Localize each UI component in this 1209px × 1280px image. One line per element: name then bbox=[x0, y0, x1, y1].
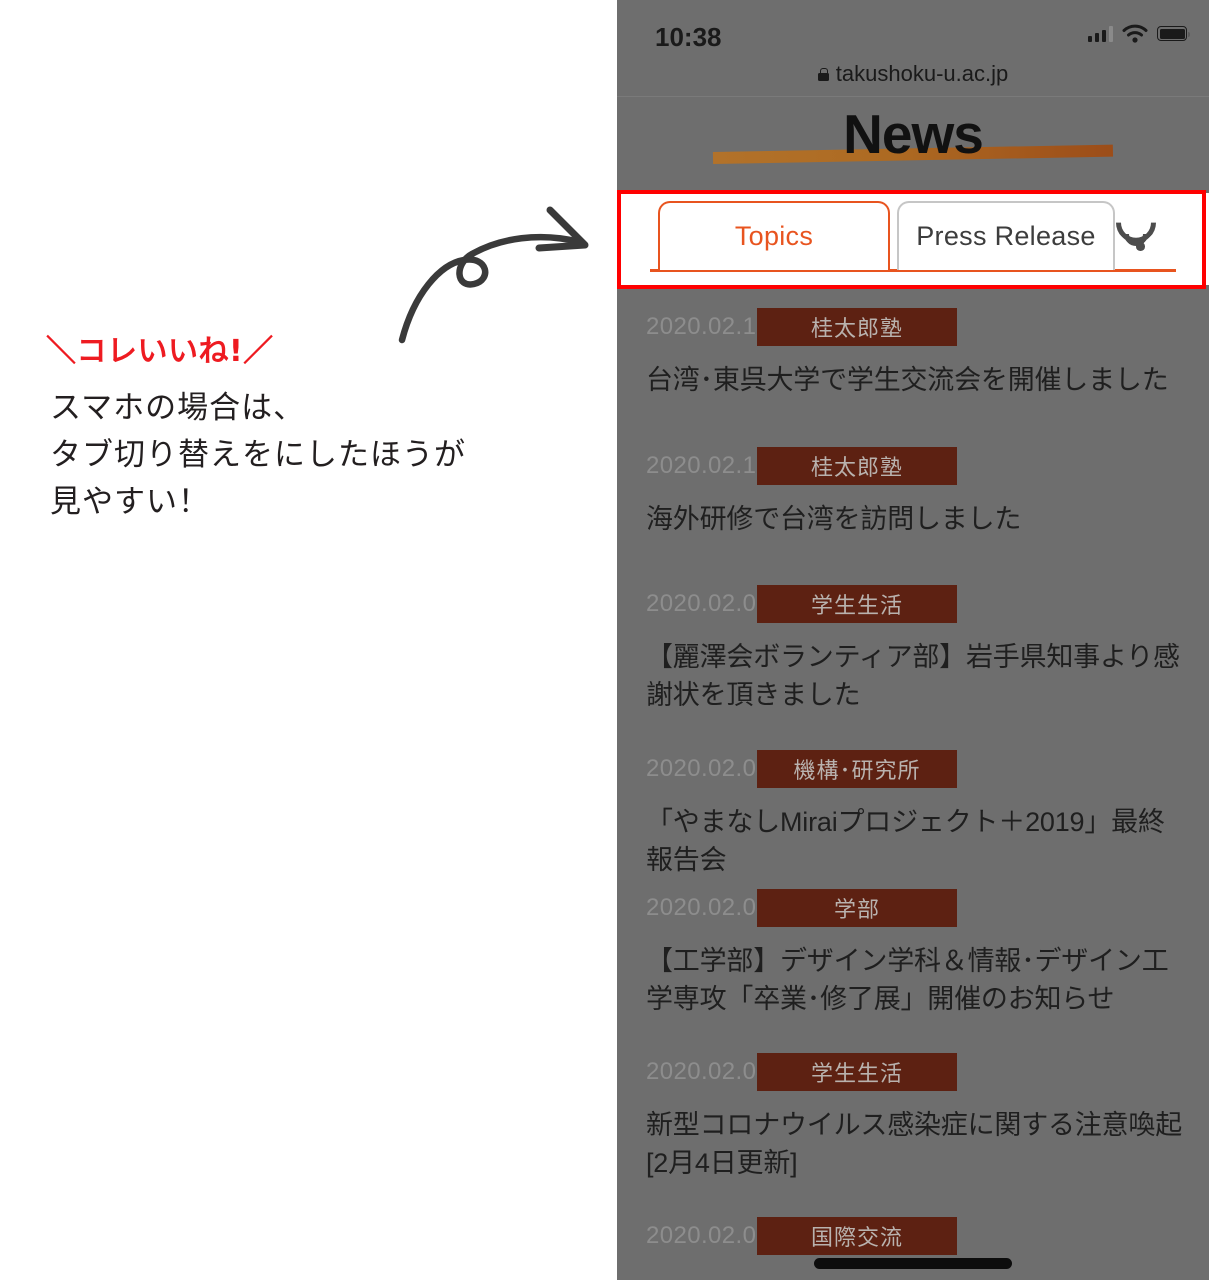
news-item-date: 2020.02.04 bbox=[646, 755, 771, 782]
tab-bar: Topics Press Release bbox=[617, 193, 1209, 285]
status-icons bbox=[1087, 24, 1190, 43]
news-item-title[interactable]: 台湾･東呉大学で学生交流会を開催しました bbox=[617, 361, 1209, 399]
home-indicator bbox=[814, 1258, 1012, 1269]
tab-list: Topics Press Release bbox=[617, 193, 1209, 285]
news-item-category-badge: 学生生活 bbox=[757, 1053, 957, 1091]
news-item[interactable]: 2020.02.04 機構･研究所「やまなしMiraiプロジェクト＋2019」最終… bbox=[617, 750, 1209, 879]
tab-press-release-label: Press Release bbox=[916, 221, 1096, 251]
news-item-meta: 2020.02.10 桂太郎塾 bbox=[617, 308, 1209, 346]
cellular-signal-icon bbox=[1087, 25, 1113, 42]
news-item[interactable]: 2020.02.10 桂太郎塾 海外研修で台湾を訪問しました bbox=[617, 447, 1209, 538]
status-bar: 10:38 bbox=[617, 0, 1209, 52]
news-item-meta: 2020.02.03 国際交流 bbox=[617, 1217, 1209, 1255]
rss-feed-button[interactable] bbox=[1107, 193, 1182, 270]
news-item-date: 2020.02.10 bbox=[646, 452, 771, 479]
screenshot-root: ＼コレいいね!／ スマホの場合は、 タブ切り替えをにしたほうが 見やすい！ 10… bbox=[0, 0, 1209, 1280]
news-item[interactable]: 2020.02.06 学生生活【麗澤会ボランティア部】岩手県知事より感謝状を頂きま… bbox=[617, 585, 1209, 714]
news-item-category-badge: 桂太郎塾 bbox=[757, 308, 957, 346]
news-item-category-badge: 学部 bbox=[757, 889, 957, 927]
news-item-date: 2020.02.04 bbox=[646, 894, 771, 921]
news-item-title[interactable]: 新型コロナウイルス感染症に関する注意喚起 [2月4日更新] bbox=[617, 1106, 1209, 1182]
news-item-date: 2020.02.06 bbox=[646, 590, 771, 617]
news-item-category-badge: 国際交流 bbox=[757, 1217, 957, 1255]
news-item[interactable]: 2020.02.10 桂太郎塾 台湾･東呉大学で学生交流会を開催しました bbox=[617, 308, 1209, 399]
news-item-category-badge: 機構･研究所 bbox=[757, 750, 957, 788]
status-time: 10:38 bbox=[655, 22, 722, 52]
news-item-meta: 2020.02.06 学生生活 bbox=[617, 585, 1209, 623]
news-item[interactable]: 2020.02.03 国際交流 bbox=[617, 1217, 1209, 1255]
news-item-title[interactable]: 【麗澤会ボランティア部】岩手県知事より感謝状を頂きました bbox=[617, 638, 1209, 714]
annotation-line-3: 見やすい！ bbox=[50, 484, 210, 520]
news-item-date: 2020.02.04 bbox=[646, 1058, 771, 1085]
news-list: 2020.02.10 桂太郎塾 台湾･東呉大学で学生交流会を開催しました 2020.0… bbox=[617, 285, 1209, 1280]
news-item-meta: 2020.02.10 桂太郎塾 bbox=[617, 447, 1209, 485]
rss-icon bbox=[1107, 193, 1167, 252]
url-text: takushoku-u.ac.jp bbox=[835, 61, 1009, 86]
phone-screenshot: 10:38 takushoku-u.ac.jp News Topics Pres… bbox=[617, 0, 1209, 1280]
tab-topics[interactable]: Topics bbox=[658, 201, 890, 270]
news-item-meta: 2020.02.04 学生生活 bbox=[617, 1053, 1209, 1091]
tab-topics-label: Topics bbox=[734, 221, 814, 251]
annotation-callout: ＼コレいいね!／ bbox=[46, 334, 274, 369]
news-item-date: 2020.02.10 bbox=[646, 313, 771, 340]
news-item-meta: 2020.02.04 機構･研究所 bbox=[617, 750, 1209, 788]
news-item[interactable]: 2020.02.04 学生生活新型コロナウイルス感染症に関する注意喚起 [2月4日… bbox=[617, 1053, 1209, 1182]
annotation-line-2: タブ切り替えをにしたほうが bbox=[50, 437, 466, 473]
news-item[interactable]: 2020.02.04 学部【工学部】デザイン学科＆情報･デザイン工学専攻「卒業･修… bbox=[617, 889, 1209, 1018]
annotation-panel: ＼コレいいね!／ スマホの場合は、 タブ切り替えをにしたほうが 見やすい！ bbox=[0, 0, 617, 1280]
news-item-title[interactable]: 海外研修で台湾を訪問しました bbox=[617, 500, 1209, 538]
battery-icon bbox=[1157, 26, 1190, 41]
curved-loop-arrow-icon bbox=[392, 198, 602, 353]
tab-press-release[interactable]: Press Release bbox=[897, 201, 1115, 270]
news-item-title[interactable]: 「やまなしMiraiプロジェクト＋2019」最終報告会 bbox=[617, 803, 1209, 879]
news-item-meta: 2020.02.04 学部 bbox=[617, 889, 1209, 927]
browser-url-bar[interactable]: takushoku-u.ac.jp bbox=[617, 52, 1209, 97]
annotation-line-1: スマホの場合は、 bbox=[50, 390, 306, 426]
page-heading: News bbox=[617, 103, 1209, 185]
wifi-icon bbox=[1122, 24, 1148, 43]
news-item-category-badge: 桂太郎塾 bbox=[757, 447, 957, 485]
news-item-category-badge: 学生生活 bbox=[757, 585, 957, 623]
annotation-text: スマホの場合は、 タブ切り替えをにしたほうが 見やすい！ bbox=[50, 385, 466, 526]
news-item-title[interactable]: 【工学部】デザイン学科＆情報･デザイン工学専攻「卒業･修了展」開催のお知らせ bbox=[617, 942, 1209, 1018]
lock-icon bbox=[817, 67, 829, 81]
page-title: News bbox=[843, 103, 984, 165]
news-item-date: 2020.02.03 bbox=[646, 1222, 771, 1249]
